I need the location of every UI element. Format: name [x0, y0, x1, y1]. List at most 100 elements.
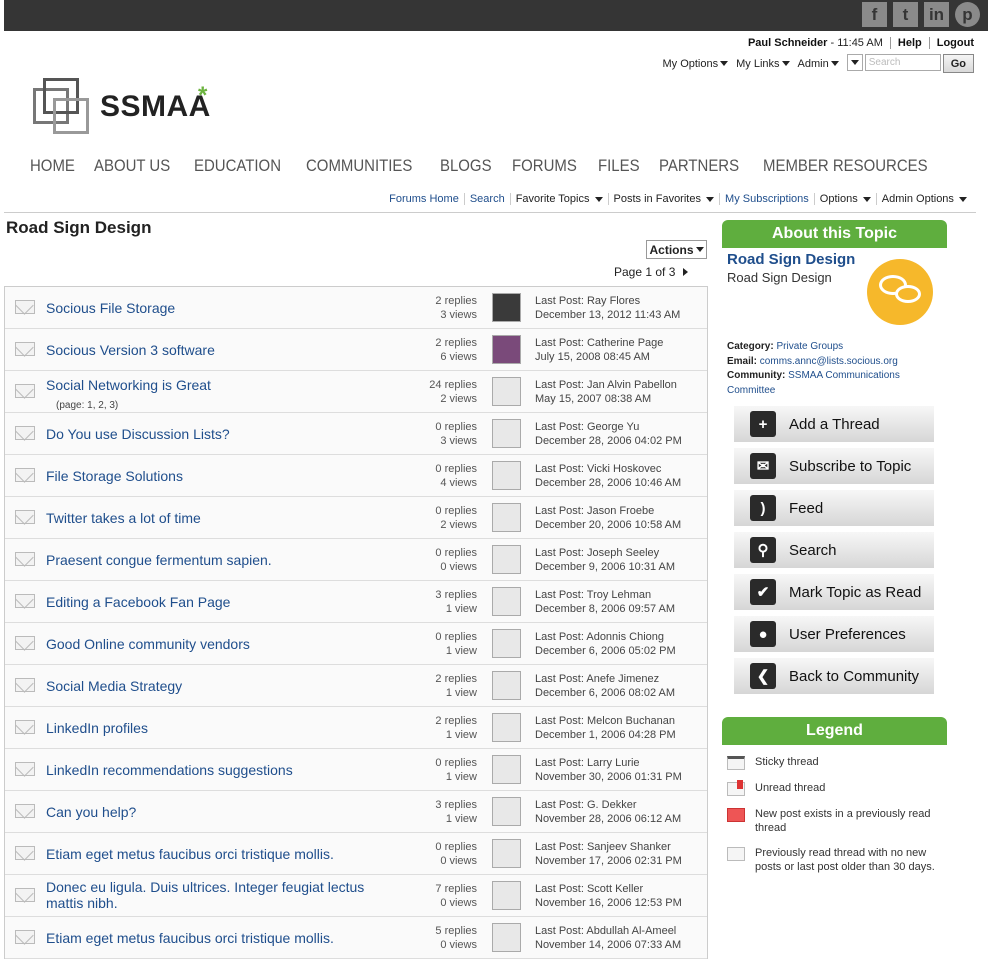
thread-row[interactable]: Etiam eget metus faucibus orci tristique…: [5, 833, 707, 875]
nav-member-resources[interactable]: MEMBER RESOURCES: [763, 156, 928, 176]
avatar[interactable]: [492, 503, 521, 532]
user-preferences-button[interactable]: ● User Preferences: [734, 616, 934, 652]
add-a-thread-button[interactable]: + Add a Thread: [734, 406, 934, 442]
page-title: Road Sign Design: [6, 218, 152, 237]
nav-forums[interactable]: FORUMS: [512, 156, 577, 176]
search-input[interactable]: Search: [864, 54, 941, 71]
favorite-topics-menu[interactable]: Favorite Topics: [511, 193, 609, 205]
linkedin-icon[interactable]: in: [924, 2, 949, 27]
last-post: Last Post: Vicki Hoskovec December 28, 20…: [535, 463, 682, 489]
avatar[interactable]: [492, 545, 521, 574]
avatar[interactable]: [492, 839, 521, 868]
feed-button[interactable]: ) Feed: [734, 490, 934, 526]
avatar[interactable]: [492, 293, 521, 322]
thread-row[interactable]: Etiam eget metus faucibus orci tristique…: [5, 917, 707, 959]
avatar[interactable]: [492, 923, 521, 952]
thread-title-link[interactable]: Socious File Storage: [46, 300, 391, 316]
forum-search-link[interactable]: Search: [465, 193, 511, 205]
thread-title-link[interactable]: Social Media Strategy: [46, 678, 391, 694]
thread-row[interactable]: Do You use Discussion Lists? 0 replies 3 v…: [5, 413, 707, 455]
avatar[interactable]: [492, 755, 521, 784]
my-links-menu[interactable]: My Links: [736, 58, 790, 70]
thread-row[interactable]: LinkedIn recommendations suggestions 0 re…: [5, 749, 707, 791]
thread-title-link[interactable]: Editing a Facebook Fan Page: [46, 594, 391, 610]
facebook-icon[interactable]: f: [862, 2, 887, 27]
logout-link[interactable]: Logout: [937, 37, 974, 49]
options-menu[interactable]: Options: [815, 193, 877, 205]
go-button[interactable]: Go: [942, 54, 974, 73]
nav-education[interactable]: EDUCATION: [194, 156, 281, 176]
nav-communities[interactable]: COMMUNITIES: [306, 156, 412, 176]
search-button[interactable]: ⚲ Search: [734, 532, 934, 568]
thread-title-link[interactable]: Praesent congue fermentum sapien.: [46, 552, 391, 568]
thread-title-link[interactable]: Social Networking is Great: [46, 377, 391, 393]
thread-row[interactable]: Socious Version 3 software 2 replies 6 vie…: [5, 329, 707, 371]
subscribe-to-topic-button[interactable]: ✉ Subscribe to Topic: [734, 448, 934, 484]
legend-item: Unread thread: [727, 780, 942, 796]
thread-stats: 3 replies 1 view: [435, 589, 477, 615]
thread-row[interactable]: Donec eu ligula. Duis ultrices. Integer …: [5, 875, 707, 917]
avatar[interactable]: [492, 461, 521, 490]
nav-blogs[interactable]: BLOGS: [440, 156, 492, 176]
thread-row[interactable]: Can you help? 3 replies 1 view Last Post: G…: [5, 791, 707, 833]
avatar[interactable]: [492, 377, 521, 406]
nav-home[interactable]: HOME: [30, 156, 75, 176]
thread-row[interactable]: Good Online community vendors 0 replies 1 …: [5, 623, 707, 665]
thread-row[interactable]: Social Media Strategy 2 replies 1 view Last…: [5, 665, 707, 707]
help-link[interactable]: Help: [898, 37, 922, 49]
sticky-thread-icon: [727, 756, 745, 770]
thread-row[interactable]: LinkedIn profiles 2 replies 1 view Last Pos…: [5, 707, 707, 749]
avatar[interactable]: [492, 419, 521, 448]
thread-stats: 3 replies 1 view: [435, 799, 477, 825]
thread-title-link[interactable]: Good Online community vendors: [46, 636, 391, 652]
nav-partners[interactable]: PARTNERS: [659, 156, 739, 176]
search-scope-select[interactable]: [846, 54, 863, 71]
read-thread-icon: [15, 300, 35, 314]
thread-title-link[interactable]: Etiam eget metus faucibus orci tristique…: [46, 930, 391, 946]
category-link[interactable]: Private Groups: [776, 341, 843, 352]
thread-row[interactable]: File Storage Solutions 0 replies 4 views La…: [5, 455, 707, 497]
thread-title-link[interactable]: LinkedIn profiles: [46, 720, 391, 736]
admin-menu[interactable]: Admin: [798, 58, 839, 70]
email-link[interactable]: comms.annc@lists.socious.org: [760, 356, 898, 367]
thread-title-link[interactable]: Do You use Discussion Lists?: [46, 426, 391, 442]
mark-topic-as-read-button[interactable]: ✔ Mark Topic as Read: [734, 574, 934, 610]
thread-title-link[interactable]: LinkedIn recommendations suggestions: [46, 762, 391, 778]
thread-title-link[interactable]: Etiam eget metus faucibus orci tristique…: [46, 846, 391, 862]
avatar[interactable]: [492, 881, 521, 910]
thread-row[interactable]: Praesent congue fermentum sapien. 0 repli…: [5, 539, 707, 581]
admin-options-menu[interactable]: Admin Options: [877, 193, 972, 205]
my-subscriptions-link[interactable]: My Subscriptions: [720, 193, 815, 205]
my-options-menu[interactable]: My Options: [662, 58, 729, 70]
nav-about-us[interactable]: ABOUT US: [94, 156, 170, 176]
thread-row[interactable]: Social Networking is Great (page: 1, 2, 3…: [5, 371, 707, 413]
thread-title-link[interactable]: Socious Version 3 software: [46, 342, 391, 358]
avatar[interactable]: [492, 797, 521, 826]
avatar[interactable]: [492, 671, 521, 700]
thread-list: Socious File Storage 2 replies 3 views Last…: [4, 286, 708, 959]
posts-in-favorites-menu[interactable]: Posts in Favorites: [609, 193, 721, 205]
user-name[interactable]: Paul Schneider: [748, 37, 827, 49]
actions-button[interactable]: Actions: [646, 240, 707, 259]
site-logo[interactable]: SSMAA *: [33, 78, 223, 138]
thread-row[interactable]: Editing a Facebook Fan Page 3 replies 1 vi…: [5, 581, 707, 623]
thread-pages[interactable]: (page: 1, 2, 3): [56, 400, 118, 411]
avatar[interactable]: [492, 629, 521, 658]
avatar[interactable]: [492, 587, 521, 616]
forums-home-link[interactable]: Forums Home: [384, 193, 465, 205]
action-buttons: + Add a Thread ✉ Subscribe to Topic ) Feed ⚲ Se…: [734, 406, 934, 700]
thread-title-link[interactable]: Twitter takes a lot of time: [46, 510, 391, 526]
thread-row[interactable]: Twitter takes a lot of time 0 replies 2 vi…: [5, 497, 707, 539]
thread-title-link[interactable]: Donec eu ligula. Duis ultrices. Integer …: [46, 879, 391, 911]
thread-row[interactable]: Socious File Storage 2 replies 3 views Last…: [5, 287, 707, 329]
avatar[interactable]: [492, 713, 521, 742]
thread-title-link[interactable]: File Storage Solutions: [46, 468, 391, 484]
back-to-community-button[interactable]: ❮ Back to Community: [734, 658, 934, 694]
twitter-icon[interactable]: t: [893, 2, 918, 27]
thread-title-link[interactable]: Can you help?: [46, 804, 391, 820]
pinterest-icon[interactable]: p: [955, 2, 980, 27]
nav-files[interactable]: FILES: [598, 156, 640, 176]
topic-title[interactable]: Road Sign Design: [727, 251, 855, 268]
next-page-icon[interactable]: [683, 268, 689, 276]
avatar[interactable]: [492, 335, 521, 364]
